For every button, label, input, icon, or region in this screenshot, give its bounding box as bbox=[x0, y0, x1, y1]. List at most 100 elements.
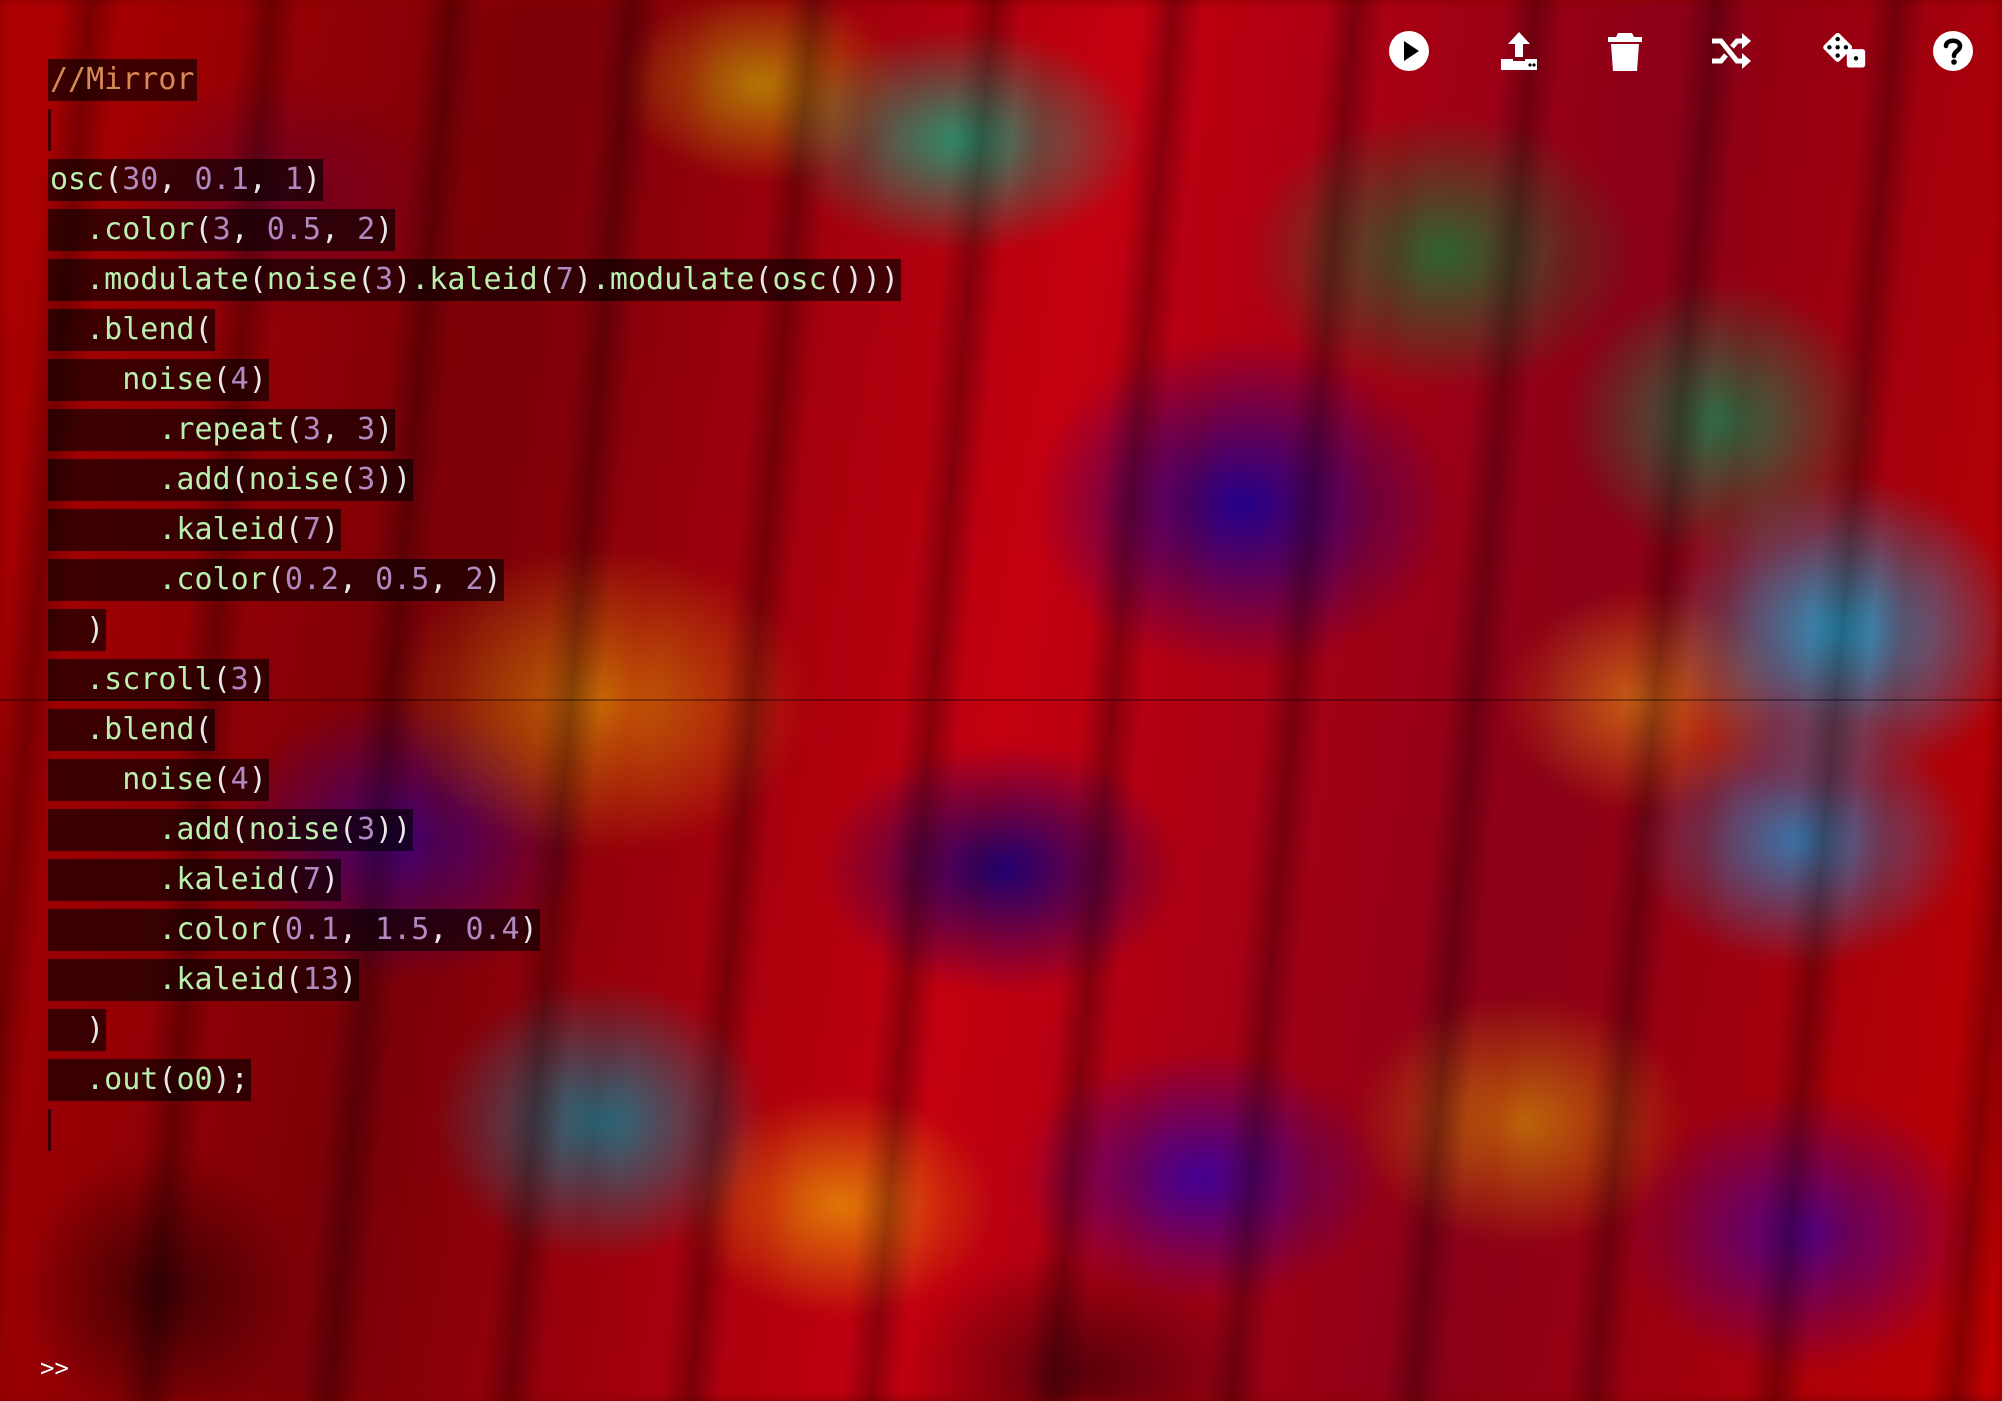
code-token-fn: .kaleid bbox=[158, 512, 285, 547]
code-indent bbox=[48, 1059, 85, 1101]
code-editor[interactable]: //Mirror osc(30, 0.1, 1) .color(3, 0.5, 2… bbox=[48, 55, 901, 1155]
code-line[interactable]: ) bbox=[48, 605, 901, 655]
console-prompt[interactable]: >> bbox=[40, 1354, 69, 1382]
code-token-fn: noise bbox=[122, 762, 213, 797]
code-indent bbox=[48, 559, 157, 601]
code-line[interactable]: .add(noise(3)) bbox=[48, 455, 901, 505]
code-indent bbox=[48, 209, 85, 251]
hydra-canvas: //Mirror osc(30, 0.1, 1) .color(3, 0.5, 2… bbox=[0, 0, 2002, 1401]
code-indent bbox=[48, 359, 121, 401]
upload-button[interactable] bbox=[1492, 24, 1546, 78]
code-line[interactable]: .kaleid(7) bbox=[48, 855, 901, 905]
code-token-num: 0.1 bbox=[284, 912, 339, 947]
code-token-fn: .color bbox=[86, 212, 195, 247]
code-line[interactable]: osc(30, 0.1, 1) bbox=[48, 155, 901, 205]
code-token-fn: .repeat bbox=[158, 412, 285, 447]
code-token-num: 2 bbox=[357, 212, 376, 247]
code-token-punct: ( bbox=[104, 162, 123, 197]
code-token-punct: , bbox=[248, 162, 285, 197]
code-line[interactable]: .kaleid(7) bbox=[48, 505, 901, 555]
code-token-fn: .out bbox=[86, 1062, 159, 1097]
code-token-punct: ( bbox=[230, 812, 249, 847]
code-token-num: 0.1 bbox=[194, 162, 249, 197]
code-token-num: 30 bbox=[122, 162, 159, 197]
code-line[interactable] bbox=[48, 1105, 901, 1155]
code-indent bbox=[48, 509, 157, 551]
code-token-num: 0.5 bbox=[375, 562, 430, 597]
code-token-punct: ( bbox=[212, 362, 231, 397]
code-line[interactable]: .kaleid(13) bbox=[48, 955, 901, 1005]
code-text: //Mirror bbox=[48, 59, 197, 101]
code-text: .blend( bbox=[84, 309, 215, 351]
code-token-punct: ( bbox=[194, 712, 213, 747]
code-token-punct: ())) bbox=[826, 262, 899, 297]
code-line[interactable]: .repeat(3, 3) bbox=[48, 405, 901, 455]
clear-button[interactable] bbox=[1598, 24, 1652, 78]
code-token-punct: ( bbox=[212, 662, 231, 697]
code-token-num: 2 bbox=[465, 562, 484, 597]
code-line[interactable]: .out(o0); bbox=[48, 1055, 901, 1105]
random-button[interactable] bbox=[1818, 24, 1872, 78]
code-token-num: 7 bbox=[302, 512, 321, 547]
code-token-fn: .add bbox=[158, 812, 231, 847]
code-token-num: 13 bbox=[302, 962, 339, 997]
code-line[interactable]: .add(noise(3)) bbox=[48, 805, 901, 855]
code-line[interactable]: .color(0.1, 1.5, 0.4) bbox=[48, 905, 901, 955]
code-text: .kaleid(7) bbox=[156, 509, 341, 551]
code-text: noise(4) bbox=[120, 759, 269, 801]
code-text: .add(noise(3)) bbox=[156, 459, 414, 501]
code-text: .kaleid(7) bbox=[156, 859, 341, 901]
code-token-num: 3 bbox=[357, 462, 376, 497]
code-indent bbox=[48, 859, 157, 901]
code-token-punct: ( bbox=[230, 462, 249, 497]
code-line[interactable]: .scroll(3) bbox=[48, 655, 901, 705]
code-text: .color(3, 0.5, 2) bbox=[84, 209, 396, 251]
code-token-punct: ) bbox=[393, 262, 412, 297]
code-token-punct: , bbox=[230, 212, 267, 247]
run-button[interactable] bbox=[1382, 24, 1436, 78]
code-token-punct: ) bbox=[375, 412, 394, 447]
code-token-num: 7 bbox=[555, 262, 574, 297]
code-token-num: 7 bbox=[302, 862, 321, 897]
code-line[interactable]: noise(4) bbox=[48, 755, 901, 805]
code-text: ) bbox=[84, 1009, 107, 1051]
code-token-punct: ( bbox=[248, 262, 267, 297]
code-line[interactable]: //Mirror bbox=[48, 55, 901, 105]
code-token-fn: .blend bbox=[86, 712, 195, 747]
code-token-punct: ) bbox=[248, 362, 267, 397]
code-token-fn: .kaleid bbox=[158, 862, 285, 897]
code-token-punct: ( bbox=[194, 212, 213, 247]
code-text: .repeat(3, 3) bbox=[156, 409, 396, 451]
shuffle-button[interactable] bbox=[1704, 24, 1758, 78]
code-token-fn: osc bbox=[772, 262, 827, 297]
code-indent bbox=[48, 259, 85, 301]
code-token-punct: ( bbox=[284, 412, 303, 447]
code-token-punct: ) bbox=[320, 862, 339, 897]
code-line[interactable]: .modulate(noise(3).kaleid(7).modulate(os… bbox=[48, 255, 901, 305]
code-token-punct: ( bbox=[754, 262, 773, 297]
code-token-punct: ) bbox=[248, 762, 267, 797]
code-token-punct: ( bbox=[266, 562, 285, 597]
code-text: ) bbox=[84, 609, 107, 651]
code-token-punct: , bbox=[429, 912, 466, 947]
code-line[interactable]: .blend( bbox=[48, 705, 901, 755]
code-text: .add(noise(3)) bbox=[156, 809, 414, 851]
code-text: .color(0.2, 0.5, 2) bbox=[156, 559, 504, 601]
code-line[interactable] bbox=[48, 105, 901, 155]
code-line[interactable]: .color(3, 0.5, 2) bbox=[48, 205, 901, 255]
code-token-punct: ( bbox=[339, 812, 358, 847]
code-token-punct: ) bbox=[302, 162, 321, 197]
help-button[interactable] bbox=[1926, 24, 1980, 78]
code-line[interactable]: .color(0.2, 0.5, 2) bbox=[48, 555, 901, 605]
code-token-punct: , bbox=[320, 212, 358, 247]
code-indent bbox=[48, 909, 157, 951]
code-line[interactable]: noise(4) bbox=[48, 355, 901, 405]
code-line[interactable]: ) bbox=[48, 1005, 901, 1055]
code-text: .out(o0); bbox=[84, 1059, 251, 1101]
code-token-fn: .scroll bbox=[86, 662, 213, 697]
code-token-punct: ( bbox=[212, 762, 231, 797]
code-token-punct: , bbox=[339, 912, 376, 947]
code-line[interactable]: .blend( bbox=[48, 305, 901, 355]
code-token-punct: )) bbox=[375, 462, 412, 497]
code-token-fn: .modulate bbox=[591, 262, 755, 297]
